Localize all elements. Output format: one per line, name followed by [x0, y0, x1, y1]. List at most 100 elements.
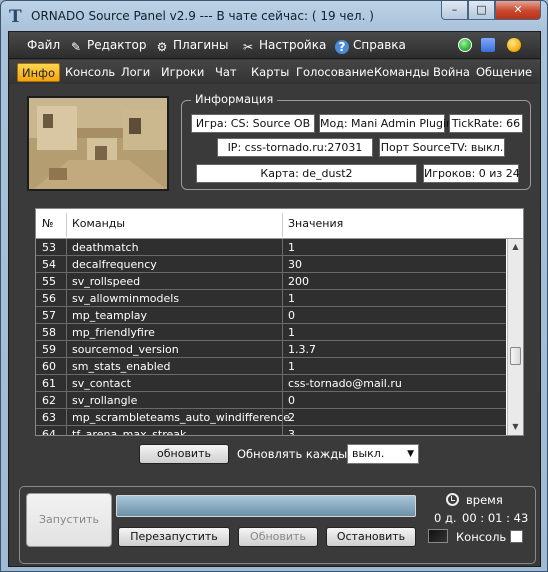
- table-row[interactable]: 61 sv_contact css-tornado@mail.ru: [36, 375, 506, 392]
- tab-logs[interactable]: Логи: [117, 63, 154, 82]
- tab-chat[interactable]: Чат: [211, 63, 241, 82]
- refresh-interval-value: выкл.: [352, 447, 385, 460]
- mod-field: Мод: Mani Admin Plugin: [319, 114, 453, 133]
- col-number-header[interactable]: №: [42, 217, 53, 230]
- table-row[interactable]: 53 deathmatch 1: [36, 239, 506, 256]
- tab-commands[interactable]: Команды: [370, 63, 433, 82]
- table-row[interactable]: 58 mp_friendlyfire 1: [36, 324, 506, 341]
- cell-divider: [282, 375, 283, 392]
- refresh-interval-select[interactable]: выкл. ▼: [347, 444, 419, 464]
- row-command: decalfrequency: [72, 258, 157, 271]
- commands-table[interactable]: № Команды Значения 53 deathmatch 1 54 decal…: [35, 208, 524, 436]
- menu-editor[interactable]: ✎ Редактор: [69, 38, 147, 54]
- menu-plugins[interactable]: ⚙ Плагины: [155, 38, 229, 54]
- cell-divider: [66, 273, 67, 290]
- cell-divider: [66, 375, 67, 392]
- row-number: 63: [42, 411, 56, 424]
- row-command: sv_rollangle: [72, 394, 138, 407]
- tab-voting[interactable]: Голосование: [292, 63, 378, 82]
- online-status-icon[interactable]: [458, 38, 472, 52]
- checkmark-icon[interactable]: [481, 38, 495, 52]
- smiley-icon[interactable]: [507, 38, 521, 52]
- cell-divider: [282, 307, 283, 324]
- tab-info[interactable]: Инфо: [17, 63, 60, 82]
- restart-button[interactable]: Перезапустить: [118, 527, 230, 547]
- tab-players[interactable]: Игроки: [157, 63, 208, 82]
- vertical-scrollbar[interactable]: ▲ ▼: [507, 239, 523, 435]
- row-value: 1: [288, 326, 295, 339]
- tab-communication[interactable]: Общение: [472, 63, 536, 82]
- table-row[interactable]: 59 sourcemod_version 1.3.7: [36, 341, 506, 358]
- table-row[interactable]: 57 mp_teamplay 0: [36, 307, 506, 324]
- scrollbar-thumb[interactable]: [510, 347, 521, 365]
- map-preview-image: [27, 96, 169, 191]
- cell-divider: [282, 256, 283, 273]
- table-row[interactable]: 63 mp_scrambleteams_auto_windifference 2: [36, 409, 506, 426]
- tab-console[interactable]: Консоль: [61, 63, 119, 82]
- row-command: mp_scrambleteams_auto_windifference: [72, 411, 291, 424]
- refresh-button[interactable]: обновить: [139, 444, 229, 464]
- tools-icon: ✂: [242, 40, 254, 54]
- update-button[interactable]: Обновить: [238, 527, 318, 547]
- table-row[interactable]: 64 tf_arena_max_streak 3: [36, 426, 506, 436]
- cell-divider: [282, 341, 283, 358]
- menu-settings[interactable]: ✂ Настройка: [241, 38, 326, 54]
- col-value-header[interactable]: Значения: [288, 217, 343, 230]
- close-button[interactable]: ✕: [495, 1, 541, 20]
- menu-plugins-label: Плагины: [173, 38, 229, 52]
- players-field: Игроков: 0 из 24: [423, 164, 520, 183]
- table-row[interactable]: 54 decalfrequency 30: [36, 256, 506, 273]
- table-row[interactable]: 62 sv_rollangle 0: [36, 392, 506, 409]
- menu-editor-label: Редактор: [87, 38, 147, 52]
- row-number: 59: [42, 343, 56, 356]
- console-checkbox[interactable]: [510, 530, 523, 543]
- cell-divider: [282, 426, 283, 435]
- table-row[interactable]: 56 sv_allowminmodels 1: [36, 290, 506, 307]
- launch-button[interactable]: Запустить: [26, 493, 112, 547]
- tickrate-field: TickRate: 66: [449, 114, 523, 133]
- row-number: 61: [42, 377, 56, 390]
- column-divider[interactable]: [66, 213, 67, 237]
- menu-help[interactable]: ? Справка: [335, 38, 406, 54]
- server-info-panel: Информация Игра: CS: Source OB Мод: Mani…: [21, 90, 531, 200]
- uptime-time: 00 : 01 : 43: [462, 511, 529, 525]
- tab-bar: Инфо Консоль Логи Игроки Чат Карты Голос…: [9, 60, 540, 84]
- row-number: 58: [42, 326, 56, 339]
- menu-file[interactable]: Файл: [27, 38, 60, 52]
- column-divider[interactable]: [282, 213, 283, 237]
- cell-divider: [282, 358, 283, 375]
- menu-settings-label: Настройка: [259, 38, 327, 52]
- row-value: 3: [288, 428, 295, 436]
- row-value: 30: [288, 258, 302, 271]
- cell-divider: [282, 290, 283, 307]
- title-bar[interactable]: T ORNADO Source Panel v2.9 --- В чате се…: [1, 1, 547, 31]
- scroll-down-arrow-icon[interactable]: ▼: [508, 419, 523, 435]
- row-value: 0: [288, 309, 295, 322]
- cell-divider: [66, 341, 67, 358]
- table-row[interactable]: 60 sm_stats_enabled 1: [36, 358, 506, 375]
- minimize-button[interactable]: –: [441, 1, 468, 20]
- map-field: Карта: de_dust2: [196, 164, 417, 183]
- row-value: 1: [288, 241, 295, 254]
- row-value: 1.3.7: [288, 343, 316, 356]
- server-control-panel: Запустить Перезапустить Обновить Останов…: [19, 486, 536, 564]
- table-row[interactable]: 55 sv_rollspeed 200: [36, 273, 506, 290]
- stop-button[interactable]: Остановить: [326, 527, 416, 547]
- cell-divider: [66, 239, 67, 256]
- tab-war[interactable]: Война: [429, 63, 474, 82]
- menu-help-label: Справка: [353, 38, 406, 52]
- cell-divider: [66, 256, 67, 273]
- row-value: 1: [288, 360, 295, 373]
- scroll-up-arrow-icon[interactable]: ▲: [508, 239, 523, 255]
- gear-icon: ⚙: [156, 40, 168, 54]
- help-icon: ?: [335, 40, 349, 54]
- maximize-button[interactable]: □: [468, 1, 495, 20]
- row-number: 54: [42, 258, 56, 271]
- col-command-header[interactable]: Команды: [72, 217, 125, 230]
- cell-divider: [282, 324, 283, 341]
- row-command: sv_allowminmodels: [72, 292, 180, 305]
- cell-divider: [66, 324, 67, 341]
- row-command: sm_stats_enabled: [72, 360, 171, 373]
- cell-divider: [282, 409, 283, 426]
- tab-maps[interactable]: Карты: [247, 63, 293, 82]
